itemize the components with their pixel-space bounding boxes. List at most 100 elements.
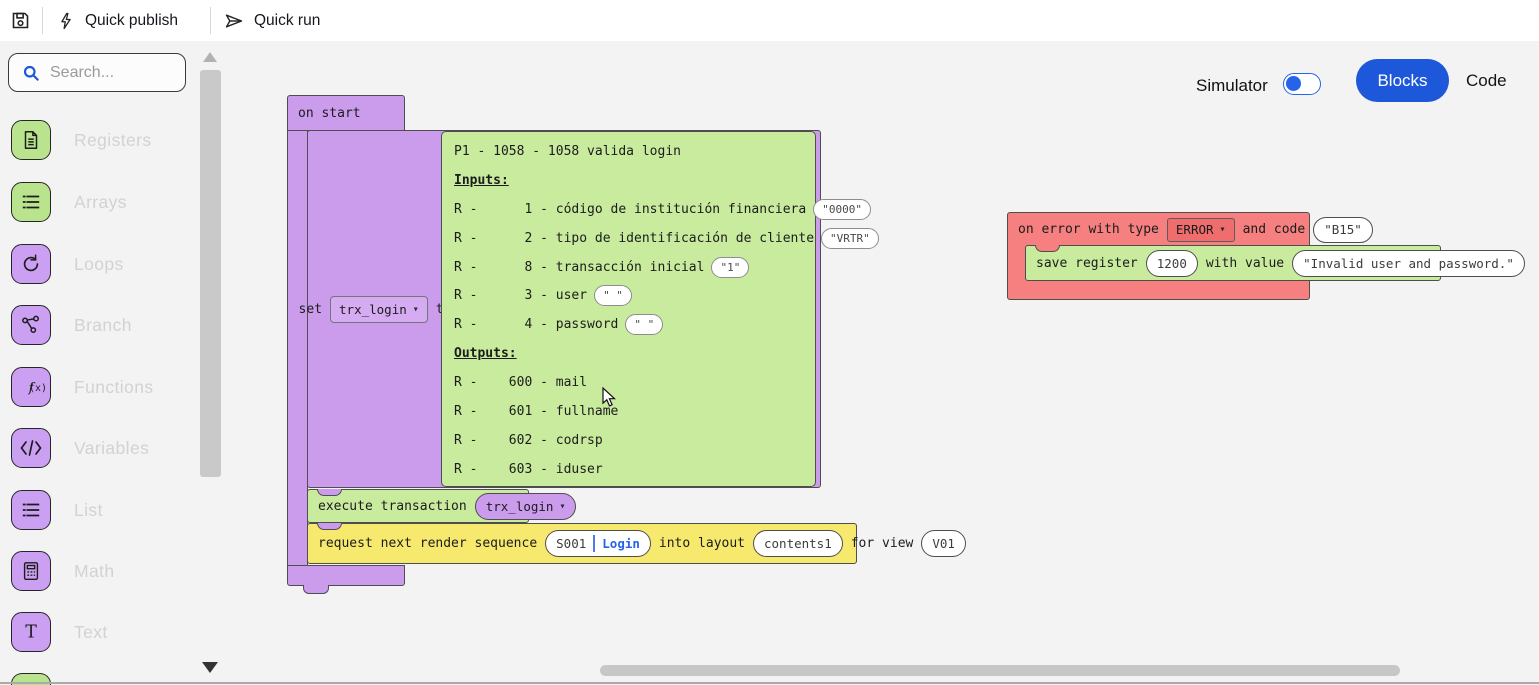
sidebar-item-label: Loops [74,254,124,275]
sidebar-item-branch[interactable]: Branch [11,305,191,345]
calculator-icon [11,551,51,591]
text-icon: T [11,612,51,652]
sequence-pill[interactable]: S001 Login [545,530,651,557]
sidebar-item-label: List [74,500,103,521]
sidebar-scroll-down-icon[interactable] [202,662,218,673]
layout-pill[interactable]: contents1 [753,530,843,557]
toolbar-divider [210,7,211,34]
list-icon [11,490,51,530]
error-type-dropdown[interactable]: ERROR ▾ [1167,218,1235,242]
register-input-row: R - 2 - tipo de identificación de client… [454,224,803,253]
list-icon [11,182,51,222]
window-bottom-border [0,682,1539,684]
block-notch [317,523,342,530]
register-value-pill[interactable]: "0000" [813,199,871,220]
top-toolbar: Quick publish Quick run [0,0,1539,41]
sidebar-item-loops[interactable]: Loops [11,244,191,284]
pill-divider [593,535,595,552]
with-value-label: with value [1206,256,1284,271]
set-variable-dropdown[interactable]: trx_login ▾ [330,296,428,323]
code-icon [11,428,51,468]
transaction-dropdown[interactable]: trx_login ▾ [475,493,577,520]
quick-run-label: Quick run [254,12,320,30]
sidebar-item-math[interactable]: Math [11,551,191,591]
save-register-block[interactable]: save register 1200 with value "Invalid u… [1025,245,1441,281]
search-icon [21,63,41,83]
chevron-down-icon: ▾ [413,304,419,315]
execute-transaction-label: execute transaction [318,499,467,514]
svg-text:T: T [25,623,37,643]
quick-publish-label: Quick publish [85,12,178,30]
register-output-row: R - 601 - fullname [454,397,803,426]
sidebar-item-label: Functions [74,377,153,398]
on-start-label: on start [288,96,404,130]
on-error-label: on error with type [1018,222,1159,237]
branch-icon [11,305,51,345]
sidebar-item-label: Variables [74,438,149,459]
sidebar-item-label: Arrays [74,192,127,213]
register-value-pill[interactable]: "Invalid user and password." [1292,250,1525,277]
simulator-label: Simulator [1196,76,1268,96]
outputs-header: Outputs: [454,339,803,368]
register-input-row: R - 3 - user " " [454,281,803,310]
sidebar-item-variables[interactable]: Variables [11,428,191,468]
on-start-block-spine[interactable] [287,130,308,566]
error-code-pill[interactable]: "B15" [1313,217,1373,243]
view-pill[interactable]: V01 [921,530,966,557]
and-code-label: and code [1243,222,1306,237]
sidebar-item-registers[interactable]: Registers [11,120,191,160]
register-value-pill[interactable]: " " [625,314,663,335]
register-output-row: R - 602 - codrsp [454,426,803,455]
register-value-pill[interactable]: " " [594,285,632,306]
register-output-row: R - 600 - mail [454,368,803,397]
sidebar-item-arrays[interactable]: Arrays [11,182,191,222]
register-number-pill[interactable]: 1200 [1146,250,1198,277]
chevron-down-icon: ▾ [1220,224,1226,235]
for-view-label: for view [851,536,914,551]
toggle-knob [1286,76,1301,91]
sidebar-item-functions[interactable]: f (x) Functions [11,367,191,407]
register-value-pill[interactable]: "1" [711,257,749,278]
transaction-title: P1 - 1058 - 1058 valida login [454,137,803,166]
sidebar-item-label: Text [74,622,108,643]
sidebar-scrollbar[interactable] [200,70,221,477]
sidebar-scroll-up-icon[interactable] [203,52,217,62]
simulator-toggle[interactable] [1283,73,1321,95]
code-tab-button[interactable]: Code [1466,71,1507,91]
send-icon [224,11,244,31]
canvas-horizontal-scrollbar[interactable] [600,665,1400,676]
block-notch [317,489,342,496]
search-input[interactable] [50,64,160,82]
sidebar-item-label: Registers [74,130,152,151]
quick-publish-button[interactable]: Quick publish [57,0,178,41]
sidebar-item-text[interactable]: T Text [11,612,191,652]
on-start-block-foot-tab [303,585,329,594]
on-start-block-header[interactable]: on start [287,95,405,131]
chevron-down-icon: ▾ [559,501,565,512]
block-notch [1035,245,1060,252]
sidebar-item-label: Math [74,561,115,582]
save-button[interactable] [10,0,31,41]
document-icon [11,120,51,160]
request-render-label: request next render sequence [318,536,537,551]
loop-icon [11,244,51,284]
into-layout-label: into layout [659,536,745,551]
register-input-row: R - 4 - password " " [454,310,803,339]
lightning-icon [57,11,75,31]
blocks-tab-button[interactable]: Blocks [1356,59,1449,102]
toolbar-divider [42,7,43,34]
transaction-value-block[interactable]: P1 - 1058 - 1058 valida login Inputs: R … [441,131,816,487]
search-box [8,53,186,92]
request-render-block[interactable]: request next render sequence S001 Login … [307,523,857,564]
set-label: set [299,302,322,317]
save-register-label: save register [1036,256,1138,271]
register-input-row: R - 1 - código de institución financiera… [454,195,803,224]
execute-transaction-block[interactable]: execute transaction trx_login ▾ [307,489,529,523]
register-value-pill[interactable]: "VRTR" [821,228,879,249]
quick-run-button[interactable]: Quick run [224,0,320,41]
sidebar-item-list[interactable]: List [11,490,191,530]
register-output-row: R - 603 - iduser [454,455,803,484]
on-start-block-foot[interactable] [287,565,405,586]
svg-text:(x): (x) [29,383,46,394]
sidebar-item-label: Branch [74,315,132,336]
